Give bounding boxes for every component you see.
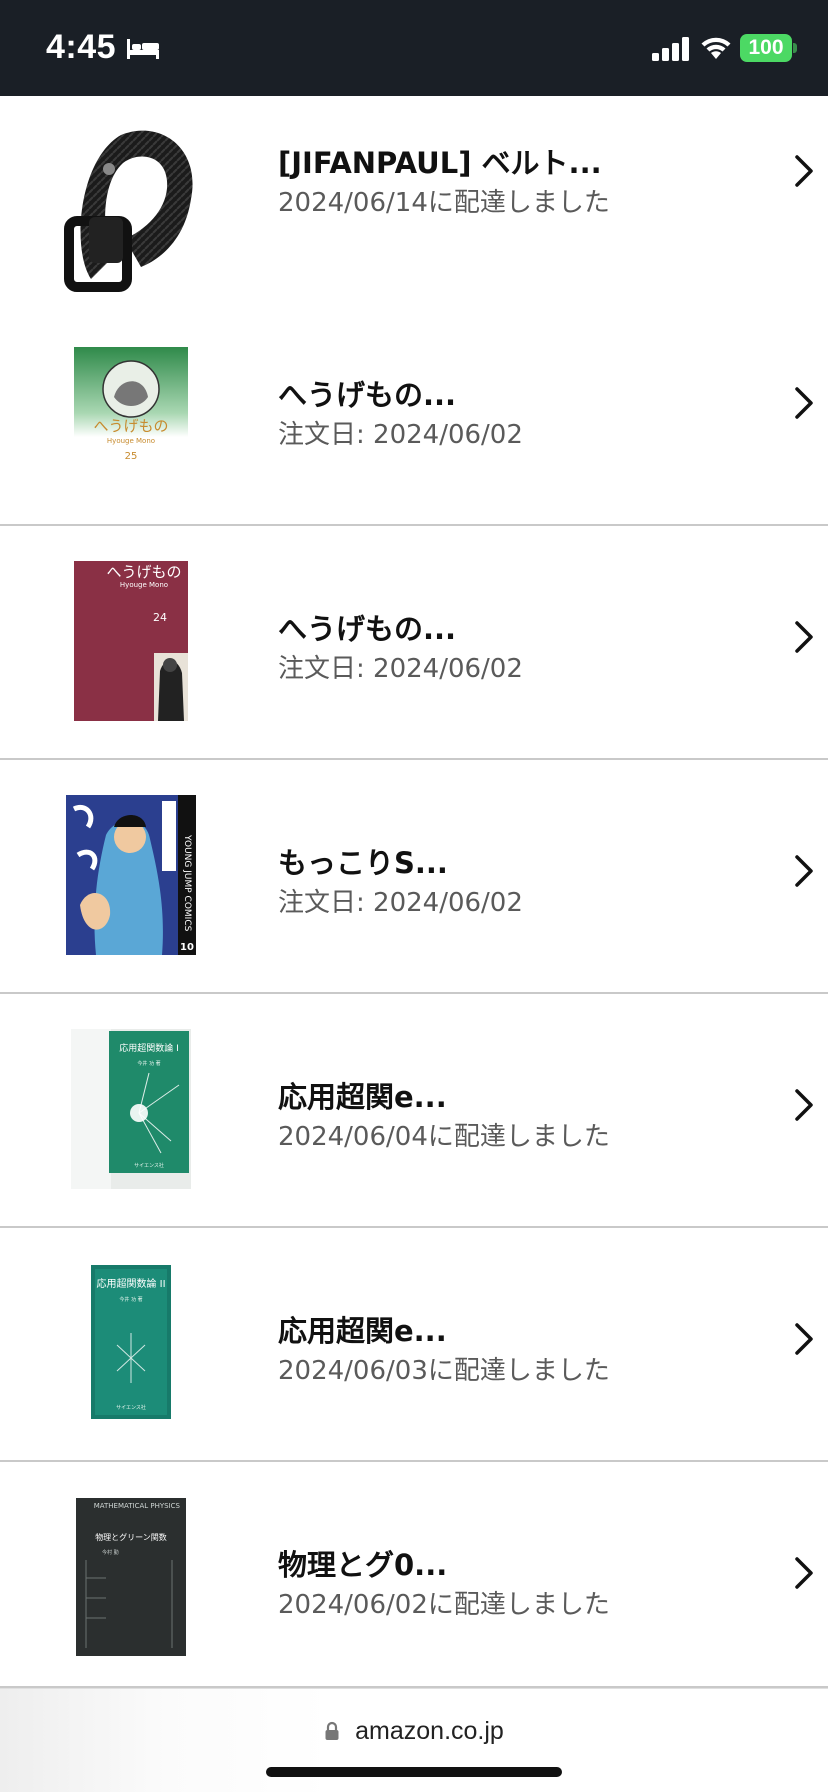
- chevron-right-icon: [795, 1089, 813, 1121]
- chevron-right-icon: [795, 155, 813, 187]
- cover-title: へうげもの: [106, 563, 181, 581]
- chevron-right-icon: [795, 621, 813, 653]
- order-title: 物理とグ0...: [278, 1548, 448, 1582]
- lock-icon: [325, 1721, 339, 1740]
- order-title: もっこりS...: [278, 846, 448, 880]
- cover-header: MATHEMATICAL PHYSICS: [94, 1502, 181, 1510]
- order-title: [JIFANPAUL] ベルト...: [278, 146, 602, 180]
- product-thumbnail: 応用超関数論 II 今井 功 著 サイエンス社: [56, 1248, 206, 1438]
- chevron-right-icon: [795, 387, 813, 419]
- status-bar: 4:45 100: [0, 0, 828, 96]
- chevron-right-icon: [795, 1323, 813, 1355]
- belt-image: [64, 130, 193, 292]
- order-title: へうげもの...: [278, 378, 457, 412]
- order-row[interactable]: 応用超関数論 II 今井 功 著 サイエンス社 応用超関e... 2024/06…: [0, 1228, 828, 1462]
- signal-icon: [652, 37, 689, 61]
- order-title: へうげもの...: [278, 612, 457, 646]
- book-cover-hyouge-25: へうげもの Hyouge Mono 25: [74, 347, 188, 467]
- order-status: 2024/06/04に配達しました: [278, 1122, 610, 1152]
- cover-author: 今井 功 著: [137, 1060, 160, 1067]
- cover-publisher: サイエンス社: [116, 1404, 146, 1411]
- chevron-right-icon: [795, 855, 813, 887]
- cover-author: 今村 勤: [102, 1549, 119, 1556]
- cover-spine-text: YOUNG JUMP COMICS: [182, 834, 192, 932]
- product-thumbnail: へうげもの Hyouge Mono 25: [56, 312, 206, 502]
- cover-title: へうげもの: [93, 417, 168, 435]
- cover-subtitle: Hyouge Mono: [120, 581, 168, 589]
- cover-title: 物理とグリーン関数: [95, 1532, 167, 1542]
- book-cover-ouyou-2: 応用超関数論 II 今井 功 著 サイエンス社: [81, 1263, 181, 1423]
- order-row[interactable]: YOUNG JUMP COMICS 10 もっこりS... 注文日: 2024/…: [0, 760, 828, 994]
- order-status: 2024/06/02に配達しました: [278, 1590, 610, 1620]
- product-thumbnail: へうげもの Hyouge Mono 24: [56, 546, 206, 736]
- book-cover-ouyou-1: 応用超関数論 I 今井 功 著 サイエンス社: [71, 1029, 191, 1189]
- cover-volume: 24: [153, 611, 167, 624]
- cover-volume: 25: [125, 451, 138, 462]
- product-thumbnail: [56, 116, 206, 306]
- cover-volume: 10: [180, 942, 194, 953]
- product-thumbnail: MATHEMATICAL PHYSICS 物理とグリーン関数 今村 勤: [56, 1482, 206, 1672]
- url-text: amazon.co.jp: [355, 1717, 504, 1745]
- wifi-icon: [701, 37, 731, 59]
- cover-title: 応用超関数論 I: [119, 1042, 179, 1054]
- battery-tip: [793, 43, 797, 53]
- order-row[interactable]: へうげもの Hyouge Mono 25 へうげもの... 注文日: 2024/…: [0, 292, 828, 526]
- home-indicator[interactable]: [266, 1767, 562, 1777]
- url-display[interactable]: amazon.co.jp: [0, 1717, 828, 1746]
- order-row[interactable]: MATHEMATICAL PHYSICS 物理とグリーン関数 今村 勤 物理とグ…: [0, 1462, 828, 1688]
- book-cover-mokkori: YOUNG JUMP COMICS 10: [66, 795, 196, 955]
- order-status: 注文日: 2024/06/02: [278, 654, 523, 684]
- order-status: 2024/06/14に配達しました: [278, 188, 610, 218]
- book-cover-hyouge-24: へうげもの Hyouge Mono 24: [74, 561, 188, 721]
- chevron-right-icon: [795, 1557, 813, 1589]
- order-title: 応用超関e...: [278, 1080, 447, 1114]
- cover-author: 今井 功 著: [119, 1296, 142, 1303]
- product-thumbnail: YOUNG JUMP COMICS 10: [56, 780, 206, 970]
- order-title: 応用超関e...: [278, 1314, 447, 1348]
- order-row[interactable]: 応用超関数論 I 今井 功 著 サイエンス社 応用超関e... 2024/06/…: [0, 994, 828, 1228]
- order-status: 注文日: 2024/06/02: [278, 420, 523, 450]
- book-cover-butsuri: MATHEMATICAL PHYSICS 物理とグリーン関数 今村 勤: [76, 1498, 186, 1656]
- cover-publisher: サイエンス社: [134, 1162, 164, 1169]
- cover-title: 応用超関数論 II: [96, 1277, 165, 1290]
- order-status: 2024/06/03に配達しました: [278, 1356, 610, 1386]
- bed-icon: [127, 39, 159, 59]
- order-status: 注文日: 2024/06/02: [278, 888, 523, 918]
- status-time: 4:45: [46, 28, 117, 66]
- order-row[interactable]: へうげもの Hyouge Mono 24 へうげもの... 注文日: 2024/…: [0, 526, 828, 760]
- cover-subtitle: Hyouge Mono: [107, 437, 155, 445]
- battery-icon: 100: [740, 34, 792, 62]
- product-thumbnail: 応用超関数論 I 今井 功 著 サイエンス社: [56, 1014, 206, 1204]
